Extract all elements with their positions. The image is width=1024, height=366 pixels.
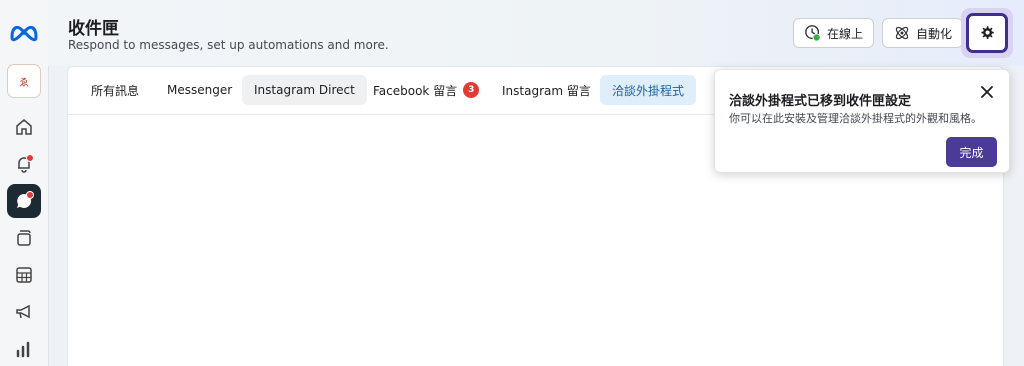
tab-label: 所有訊息 bbox=[91, 83, 140, 98]
tab-chat-plugin[interactable]: 洽談外掛程式 bbox=[600, 75, 697, 105]
rail-planner[interactable] bbox=[7, 258, 41, 292]
left-nav-rail: ゑ bbox=[0, 0, 49, 366]
table-icon bbox=[16, 267, 32, 283]
clock-icon bbox=[805, 25, 821, 42]
rail-content[interactable] bbox=[7, 221, 41, 255]
tab-instagram-comments[interactable]: Instagram 留言 bbox=[490, 75, 603, 105]
page-title: 收件匣 bbox=[68, 19, 119, 39]
rail-home[interactable] bbox=[7, 110, 41, 144]
automation-button[interactable]: 自動化 bbox=[882, 18, 964, 48]
meta-logo-icon[interactable] bbox=[9, 22, 39, 42]
tab-label: Messenger bbox=[167, 83, 233, 97]
inbox-dot bbox=[26, 191, 34, 199]
tab-label: Facebook 留言 bbox=[373, 83, 458, 98]
automation-icon bbox=[895, 26, 909, 40]
tab-label: Instagram Direct bbox=[254, 83, 355, 97]
avatar[interactable]: ゑ bbox=[7, 64, 41, 98]
settings-button[interactable] bbox=[966, 13, 1008, 53]
layers-icon bbox=[17, 230, 31, 246]
tab-instagram-direct[interactable]: Instagram Direct bbox=[242, 75, 367, 105]
automation-label: 自動化 bbox=[916, 26, 953, 41]
settings-highlight bbox=[961, 8, 1013, 58]
tab-label: 洽談外掛程式 bbox=[612, 83, 685, 98]
popover-body: 你可以在此安裝及管理洽談外掛程式的外觀和風格。 bbox=[729, 112, 982, 125]
megaphone-icon bbox=[16, 304, 30, 319]
rail-ads[interactable] bbox=[7, 295, 41, 329]
tab-all-messages[interactable]: 所有訊息 bbox=[79, 75, 151, 105]
tab-facebook-comments[interactable]: Facebook 留言 3 bbox=[361, 75, 491, 105]
page-subtitle: Respond to messages, set up automations … bbox=[68, 38, 389, 52]
avatar-label: ゑ bbox=[19, 77, 29, 89]
tab-label: Instagram 留言 bbox=[502, 83, 591, 98]
settings-moved-popover: 洽談外掛程式已移到收件匣設定 你可以在此安裝及管理洽談外掛程式的外觀和風格。 完… bbox=[714, 69, 1010, 173]
gear-icon bbox=[981, 26, 994, 39]
done-button[interactable]: 完成 bbox=[946, 137, 997, 167]
online-status-button[interactable]: 在線上 bbox=[793, 18, 875, 48]
popover-title: 洽談外掛程式已移到收件匣設定 bbox=[729, 94, 912, 109]
page-header: 收件匣 Respond to messages, set up automati… bbox=[48, 0, 1024, 66]
rail-notifications[interactable] bbox=[7, 147, 41, 181]
count-badge: 3 bbox=[463, 82, 480, 98]
rail-inbox[interactable] bbox=[7, 184, 41, 218]
bar-chart-icon bbox=[16, 341, 30, 358]
home-icon bbox=[16, 119, 32, 135]
rail-insights[interactable] bbox=[7, 332, 41, 366]
online-status-label: 在線上 bbox=[827, 26, 864, 41]
notification-dot bbox=[26, 154, 34, 162]
close-icon[interactable] bbox=[979, 84, 995, 100]
tab-messenger[interactable]: Messenger bbox=[155, 75, 244, 105]
